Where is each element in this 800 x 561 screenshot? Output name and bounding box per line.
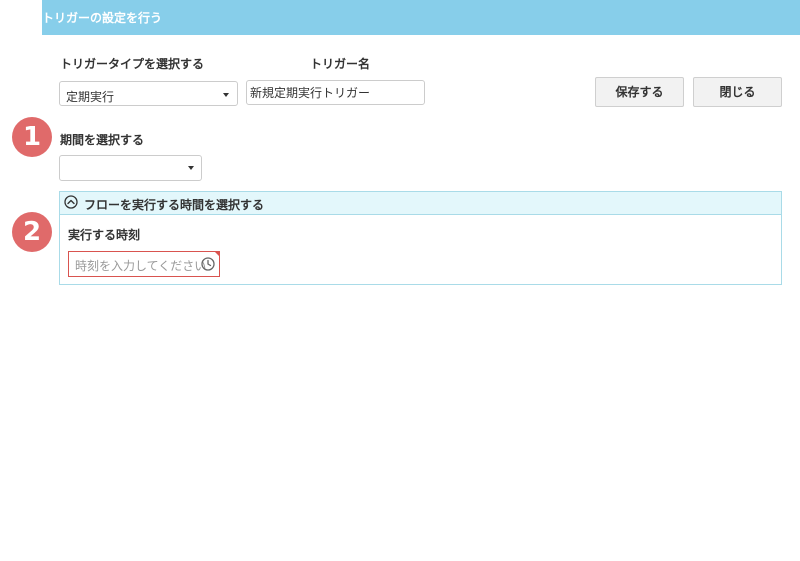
- time-input[interactable]: 時刻を入力してください: [68, 251, 220, 277]
- step-1-number: 1: [22, 122, 42, 152]
- period-select[interactable]: [59, 155, 202, 181]
- step-1-badge: 1: [12, 117, 52, 157]
- trigger-type-selected-value: 定期実行: [66, 90, 115, 104]
- clock-icon[interactable]: [201, 257, 215, 271]
- caret-down-icon: [223, 93, 229, 97]
- panel-title: フローを実行する時間を選択する: [84, 198, 265, 212]
- header-bar: トリガーの設定を行う: [42, 0, 800, 35]
- trigger-name-label: トリガー名: [310, 57, 371, 71]
- trigger-type-label: トリガータイプを選択する: [60, 57, 205, 71]
- save-button[interactable]: 保存する: [595, 77, 684, 107]
- time-input-placeholder: 時刻を入力してください: [75, 259, 207, 273]
- panel-header[interactable]: フローを実行する時間を選択する: [60, 192, 781, 215]
- page-title: トリガーの設定を行う: [42, 11, 163, 25]
- caret-down-icon: [188, 166, 194, 170]
- execution-time-label: 実行する時刻: [68, 228, 141, 242]
- chevron-up-circle-icon[interactable]: [64, 195, 78, 209]
- step-2-number: 2: [22, 217, 42, 247]
- trigger-type-select[interactable]: 定期実行: [59, 81, 238, 106]
- step-2-badge: 2: [12, 212, 52, 252]
- period-label: 期間を選択する: [60, 133, 145, 147]
- required-corner-mark: [214, 251, 220, 257]
- close-button[interactable]: 閉じる: [693, 77, 782, 107]
- trigger-name-input[interactable]: [246, 80, 425, 105]
